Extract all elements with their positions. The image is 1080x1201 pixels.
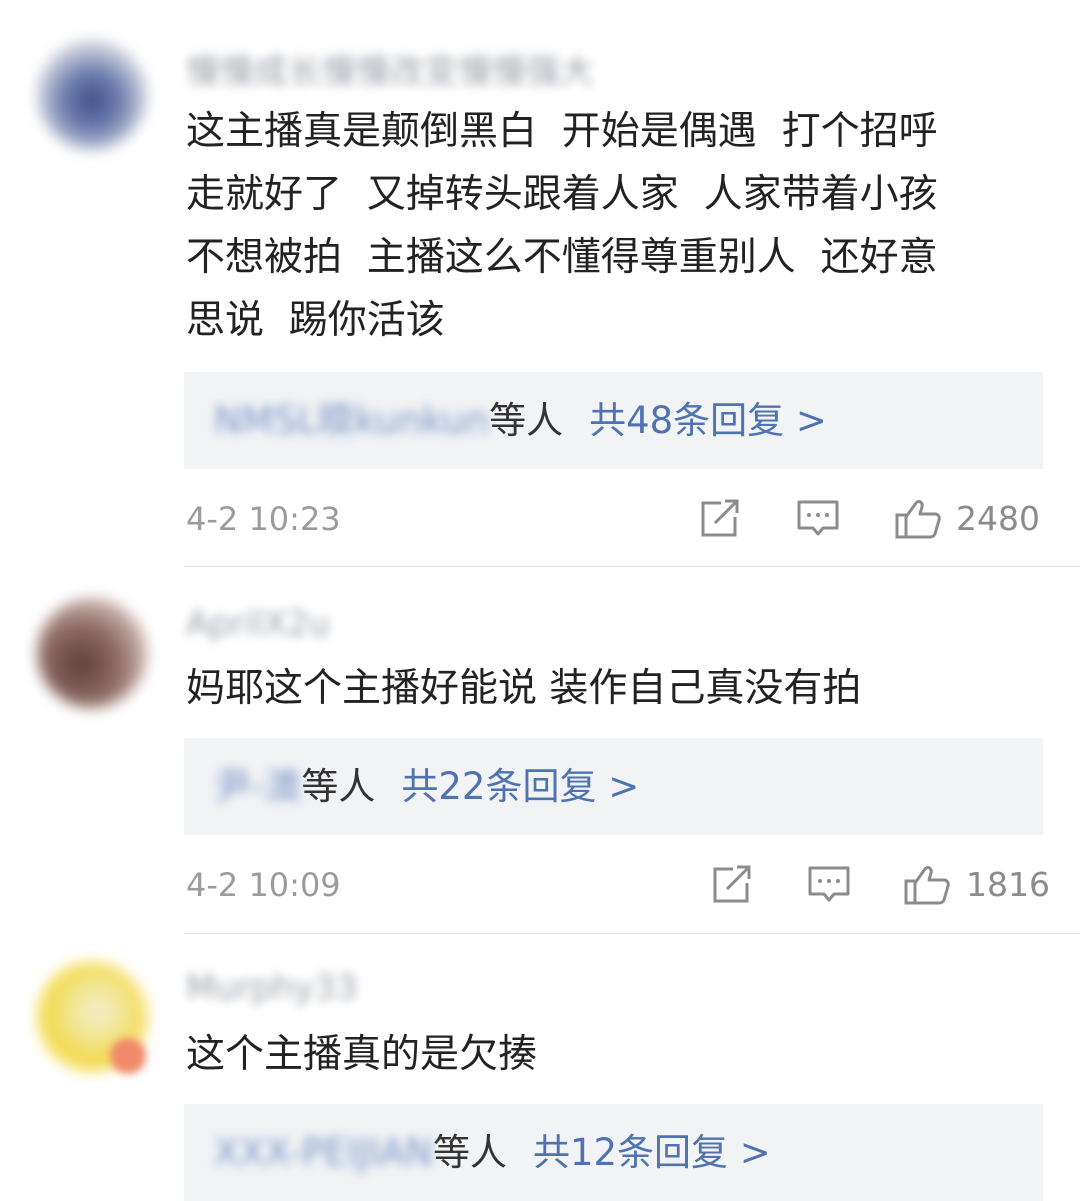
- replies-preview[interactable]: XXX-PEIJIAN等人 共12条回复 >: [184, 1104, 1043, 1201]
- comment-icon[interactable]: [797, 499, 839, 539]
- replies-preview[interactable]: NMSL㬉kunkun等人 共48条回复 >: [184, 372, 1043, 469]
- reply-etc-label: 等人: [301, 765, 376, 808]
- share-icon[interactable]: [711, 865, 753, 905]
- timestamp: 4-2 10:23: [186, 500, 341, 538]
- avatar[interactable]: [37, 40, 147, 150]
- username[interactable]: AprilX2u: [186, 604, 330, 644]
- divider: [184, 933, 1080, 934]
- avatar[interactable]: [37, 598, 147, 708]
- reply-count-link[interactable]: 共48条回复 >: [589, 399, 827, 442]
- reply-etc-label: 等人: [489, 399, 564, 442]
- reply-usernames: NMSL㬉kunkun: [214, 399, 490, 442]
- comment-text: 这个主播真的是欠揍: [186, 1032, 538, 1077]
- replies-preview[interactable]: 尹-澳等人 共22条回复 >: [184, 738, 1043, 835]
- username[interactable]: 慢慢成长慢慢改变慢慢强大: [186, 44, 594, 93]
- share-icon[interactable]: [699, 499, 741, 539]
- comment-meta: 4-2 10:23 2480: [0, 494, 1080, 544]
- comment-icon[interactable]: [808, 865, 850, 905]
- avatar-badge-icon: [110, 1038, 146, 1074]
- comment-text: 妈耶这个主播好能说 装作自己真没有拍: [186, 666, 862, 711]
- like-icon[interactable]: [895, 499, 941, 539]
- reply-count-link[interactable]: 共12条回复 >: [533, 1131, 771, 1174]
- reply-usernames: XXX-PEIJIAN: [214, 1131, 433, 1174]
- like-icon[interactable]: [904, 865, 950, 905]
- reply-etc-label: 等人: [432, 1131, 507, 1174]
- timestamp: 4-2 10:09: [186, 866, 341, 904]
- username[interactable]: Murphy33: [186, 968, 357, 1008]
- reply-usernames: 尹-澳: [214, 765, 302, 808]
- reply-count-link[interactable]: 共22条回复 >: [401, 765, 639, 808]
- like-count: 2480: [956, 499, 1040, 538]
- comment-meta: 4-2 10:09 1816: [0, 860, 1080, 910]
- comment-text: 这主播真是颠倒黑白 开始是偶遇 打个招呼 走就好了 又掉转头跟着人家 人家带着小…: [186, 109, 938, 343]
- like-count: 1816: [966, 865, 1050, 904]
- divider: [184, 566, 1080, 567]
